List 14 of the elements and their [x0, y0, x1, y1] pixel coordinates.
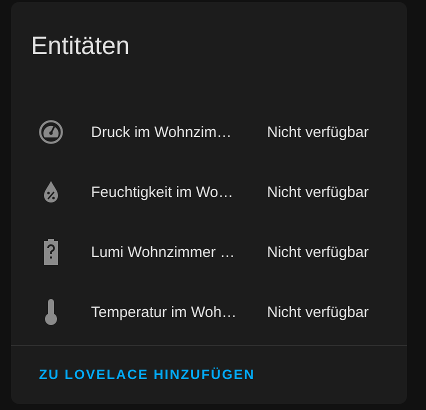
entity-state: Nicht verfügbar [267, 304, 369, 320]
thermometer-icon [44, 299, 58, 325]
card-title: Entitäten [30, 31, 131, 62]
entity-state: Nicht verfügbar [267, 244, 369, 260]
entity-name[interactable]: Temperatur im Woh… [91, 304, 267, 320]
water-percent-icon [42, 180, 60, 204]
battery-unknown-icon [43, 239, 59, 265]
entity-name[interactable]: Druck im Wohnzim… [91, 124, 267, 140]
gauge-icon [38, 119, 64, 145]
add-to-lovelace-button[interactable]: ZU LOVELACE HINZUFÜGEN [39, 367, 256, 382]
entity-state: Nicht verfügbar [267, 124, 369, 140]
entity-name[interactable]: Feuchtigkeit im Wo… [91, 184, 267, 200]
entity-name[interactable]: Lumi Wohnzimmer … [91, 244, 267, 260]
entity-state: Nicht verfügbar [267, 184, 369, 200]
